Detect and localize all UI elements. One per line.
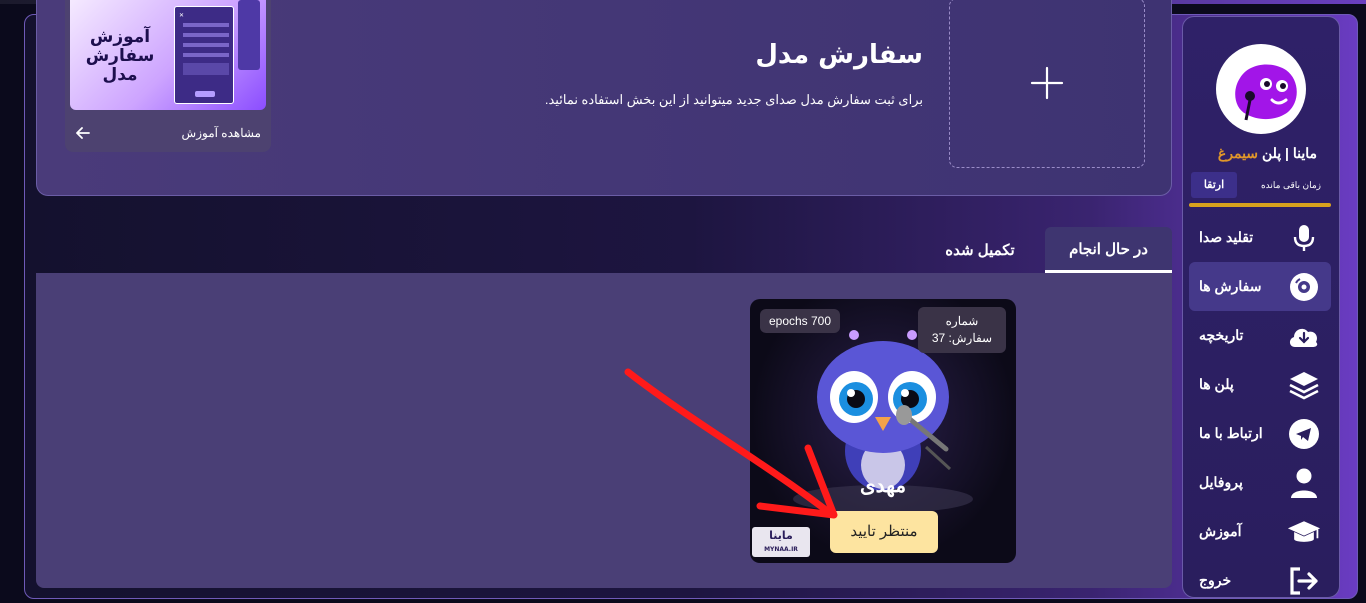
arrow-left-icon[interactable] bbox=[75, 125, 91, 141]
sidebar-item-plans[interactable]: پلن ها bbox=[1189, 360, 1331, 409]
sidebar-item-logout[interactable]: خروج bbox=[1189, 556, 1331, 603]
sidebar-item-label: تاریخچه bbox=[1199, 327, 1244, 343]
sidebar-item-history[interactable]: تاریخچه bbox=[1189, 311, 1331, 360]
sidebar-item-voice-imitation[interactable]: تقلید صدا bbox=[1189, 213, 1331, 262]
time-remaining-row: ارتقا زمان باقی مانده bbox=[1189, 172, 1335, 198]
tutorial-thumb-title: آموزش سفارش مدل bbox=[85, 27, 155, 85]
tutorial-thumbnail[interactable]: آموزش سفارش مدل ✕ bbox=[70, 0, 266, 110]
upgrade-button[interactable]: ارتقا bbox=[1191, 172, 1237, 198]
epochs-badge: epochs 700 bbox=[760, 309, 840, 333]
tutorial-card[interactable]: آموزش سفارش مدل ✕ مشاهده آموزش bbox=[65, 0, 271, 152]
user-plan-line: ماینا | پلن سیمرغ bbox=[1183, 145, 1317, 162]
separator: | bbox=[1285, 145, 1289, 161]
sidebar: ماینا | پلن سیمرغ ارتقا زمان باقی مانده … bbox=[1182, 16, 1340, 598]
sidebar-item-label: پروفایل bbox=[1199, 474, 1243, 490]
telegram-icon bbox=[1287, 417, 1321, 451]
order-header-card: آموزش سفارش مدل ✕ مشاهده آموزش سفارش مدل… bbox=[36, 0, 1172, 196]
order-number-label: شماره bbox=[945, 314, 979, 328]
tutorial-link[interactable]: مشاهده آموزش bbox=[182, 126, 261, 140]
sidebar-menu: تقلید صدا سفارش ها تاریخچه پلن ها ارتباط… bbox=[1189, 213, 1331, 603]
sidebar-item-tutorial[interactable]: آموزش bbox=[1189, 507, 1331, 556]
add-order-button[interactable] bbox=[949, 0, 1145, 168]
thumb-window-secondary bbox=[238, 0, 260, 70]
sidebar-item-orders[interactable]: سفارش ها bbox=[1189, 262, 1331, 311]
watermark-text: ماینا bbox=[769, 529, 793, 542]
time-remaining-bar bbox=[1189, 203, 1331, 207]
microphone-icon bbox=[1287, 221, 1321, 255]
sidebar-item-label: ارتباط با ما bbox=[1199, 425, 1263, 441]
tutorial-footer[interactable]: مشاهده آموزش bbox=[65, 118, 271, 148]
sidebar-item-label: پلن ها bbox=[1199, 376, 1234, 392]
order-card[interactable]: epochs 700 شماره سفارش: 37 مهدی منتظر تا… bbox=[750, 299, 1016, 563]
tab-in-progress[interactable]: در حال انجام bbox=[1045, 227, 1172, 273]
plus-icon bbox=[1030, 66, 1064, 100]
graduation-cap-icon bbox=[1287, 515, 1321, 549]
svg-text:✕: ✕ bbox=[179, 12, 184, 19]
order-number-badge: شماره سفارش: 37 bbox=[918, 307, 1006, 353]
tab-completed[interactable]: تکمیل شده bbox=[920, 227, 1040, 273]
avatar[interactable] bbox=[1216, 44, 1306, 134]
plan-name: سیمرغ bbox=[1217, 145, 1259, 161]
brand-watermark: ماینا MYNAA.IR bbox=[752, 527, 810, 557]
orders-panel: epochs 700 شماره سفارش: 37 مهدی منتظر تا… bbox=[36, 273, 1172, 588]
page-description: برای ثبت سفارش مدل صدای جدید میتوانید از… bbox=[544, 92, 923, 107]
plan-prefix: پلن bbox=[1261, 145, 1282, 161]
watermark-subtext: MYNAA.IR bbox=[764, 546, 798, 553]
sidebar-item-contact[interactable]: ارتباط با ما bbox=[1189, 409, 1331, 458]
status-pending-button[interactable]: منتظر تایید bbox=[830, 511, 938, 553]
bird-avatar-icon bbox=[1235, 64, 1297, 121]
user-icon bbox=[1287, 466, 1321, 500]
sidebar-item-label: خروج bbox=[1199, 572, 1232, 588]
thumb-window-illustration: ✕ bbox=[174, 6, 234, 104]
page-title: سفارش مدل bbox=[755, 40, 923, 70]
sidebar-item-label: آموزش bbox=[1199, 523, 1242, 539]
user-name: ماینا bbox=[1292, 145, 1317, 161]
sidebar-item-label: سفارش ها bbox=[1199, 278, 1262, 294]
model-name: مهدی bbox=[859, 475, 907, 497]
time-remaining-label: زمان باقی مانده bbox=[1260, 180, 1322, 190]
sidebar-item-profile[interactable]: پروفایل bbox=[1189, 458, 1331, 507]
cloud-download-icon bbox=[1287, 319, 1321, 353]
disc-icon bbox=[1287, 270, 1321, 304]
logout-icon bbox=[1287, 564, 1321, 598]
layers-icon bbox=[1287, 368, 1321, 402]
sidebar-item-label: تقلید صدا bbox=[1199, 229, 1254, 245]
order-number-value: سفارش: 37 bbox=[931, 331, 993, 345]
